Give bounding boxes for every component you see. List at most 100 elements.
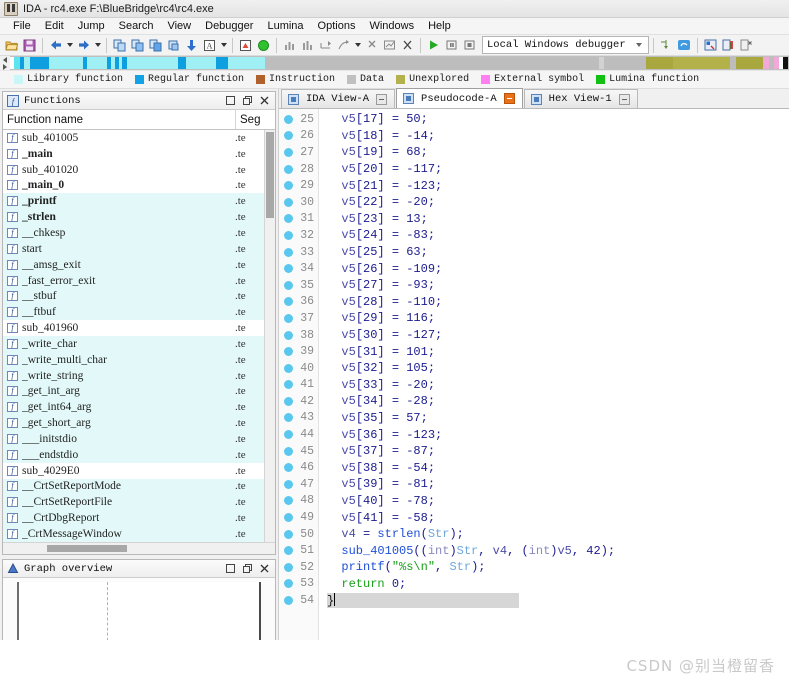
function-list-row[interactable]: f _printf .te (3, 193, 275, 210)
breakpoint-marker-icon[interactable] (284, 596, 293, 606)
functions-horizontal-scroll-thumb[interactable] (47, 545, 127, 552)
breakpoint-icon[interactable] (237, 37, 254, 54)
gutter-row[interactable]: 37 (279, 310, 318, 327)
jump-dropdown-icon[interactable] (353, 37, 362, 54)
code-line[interactable]: v5[25] = 63; (327, 244, 789, 261)
code-line[interactable]: v5[26] = -109; (327, 260, 789, 277)
function-list-row[interactable]: f __CrtSetReportMode .te (3, 478, 275, 495)
menu-item-options[interactable]: Options (311, 19, 363, 33)
gutter-row[interactable]: 41 (279, 377, 318, 394)
breakpoint-marker-icon[interactable] (284, 264, 293, 274)
navigation-band[interactable] (0, 56, 789, 71)
options-icon[interactable] (702, 37, 719, 54)
breakpoint-marker-icon[interactable] (284, 446, 293, 456)
stack-icon[interactable] (165, 37, 182, 54)
function-list-row[interactable]: f _fast_error_exit .te (3, 272, 275, 289)
functions-list[interactable]: f sub_401005 .te f _main .te f sub_401020 .te f _m… (3, 130, 275, 542)
breakpoint-marker-icon[interactable] (284, 463, 293, 473)
breakpoint-marker-icon[interactable] (284, 197, 293, 207)
code-line[interactable]: v4 = strlen(Str); (327, 526, 789, 543)
code-line[interactable]: printf("%s\n", Str); (327, 559, 789, 576)
function-list-row[interactable]: f _get_int_arg .te (3, 383, 275, 400)
gutter-row[interactable]: 49 (279, 509, 318, 526)
gutter-row[interactable]: 34 (279, 260, 318, 277)
function-list-row[interactable]: f _main .te (3, 145, 275, 162)
code-line[interactable]: v5[21] = -123; (327, 177, 789, 194)
menu-item-windows[interactable]: Windows (362, 19, 421, 33)
breakpoint-marker-icon[interactable] (284, 513, 293, 523)
function-list-row[interactable]: f _get_short_arg .te (3, 415, 275, 432)
run-icon[interactable] (425, 37, 442, 54)
function-list-row[interactable]: f _write_multi_char .te (3, 351, 275, 368)
close-icon[interactable] (259, 95, 270, 106)
function-list-row[interactable]: f __chkesp .te (3, 225, 275, 241)
maximize-icon[interactable] (225, 563, 236, 574)
function-list-row[interactable]: f _CrtMessageWindow .te (3, 526, 275, 542)
code-line[interactable]: v5[17] = 50; (327, 111, 789, 128)
code-line[interactable]: v5[34] = -28; (327, 393, 789, 410)
menu-item-lumina[interactable]: Lumina (260, 19, 310, 33)
breakpoint-marker-icon[interactable] (284, 413, 293, 423)
breakpoint-marker-icon[interactable] (284, 280, 293, 290)
column-header-seg[interactable]: Seg (235, 110, 275, 129)
breakpoint-marker-icon[interactable] (284, 579, 293, 589)
functions-vertical-scroll-thumb[interactable] (266, 132, 274, 218)
attach-icon[interactable] (720, 37, 737, 54)
code-line[interactable]: v5[24] = -83; (327, 227, 789, 244)
navband-strip[interactable] (10, 56, 789, 70)
code-line[interactable]: v5[39] = -81; (327, 476, 789, 493)
function-list-row[interactable]: f ___initstdio .te (3, 431, 275, 447)
function-list-row[interactable]: f _strlen .te (3, 209, 275, 226)
breakpoint-marker-icon[interactable] (284, 546, 293, 556)
code-line[interactable]: v5[28] = -110; (327, 294, 789, 311)
detach-icon[interactable] (738, 37, 755, 54)
breakpoint-marker-icon[interactable] (284, 529, 293, 539)
function-list-row[interactable]: f sub_401020 .te (3, 161, 275, 178)
pause-icon[interactable] (443, 37, 460, 54)
gutter-row[interactable]: 26 (279, 128, 318, 145)
breakpoint-marker-icon[interactable] (284, 330, 293, 340)
gutter-row[interactable]: 43 (279, 410, 318, 427)
gutter-row[interactable]: 44 (279, 426, 318, 443)
breakpoint-marker-icon[interactable] (284, 164, 293, 174)
code-line[interactable]: sub_401005((int)Str, v4, (int)v5, 42); (327, 542, 789, 559)
gutter-row[interactable]: 42 (279, 393, 318, 410)
gutter-row[interactable]: 31 (279, 211, 318, 228)
maximize-icon[interactable] (225, 95, 236, 106)
pseudocode-text[interactable]: v5[17] = 50; v5[18] = -14; v5[19] = 68; … (319, 109, 789, 669)
menu-item-jump[interactable]: Jump (71, 19, 112, 33)
code-line[interactable]: v5[27] = -93; (327, 277, 789, 294)
function-list-row[interactable]: f _write_string .te (3, 367, 275, 384)
flowchart-icon[interactable] (299, 37, 316, 54)
debugger-select[interactable]: Local Windows debugger (482, 36, 649, 54)
gutter-row[interactable]: 40 (279, 360, 318, 377)
function-list-row[interactable]: f __amsg_exit .te (3, 256, 275, 273)
code-line[interactable]: v5[40] = -78; (327, 493, 789, 510)
view-mode-dropdown-icon[interactable] (219, 37, 228, 54)
gutter-row[interactable]: 33 (279, 244, 318, 261)
breakpoint-marker-icon[interactable] (284, 479, 293, 489)
functions-vertical-scrollbar[interactable] (264, 130, 275, 542)
breakpoint-marker-icon[interactable] (284, 230, 293, 240)
code-line[interactable]: v5[18] = -14; (327, 128, 789, 145)
menu-item-edit[interactable]: Edit (38, 19, 71, 33)
gutter-row[interactable]: 27 (279, 144, 318, 161)
navband-arrows-icon[interactable] (0, 56, 10, 70)
breakpoint-marker-icon[interactable] (284, 181, 293, 191)
breakpoint-marker-icon[interactable] (284, 562, 293, 572)
code-line[interactable]: v5[31] = 101; (327, 343, 789, 360)
gutter-row[interactable]: 46 (279, 459, 318, 476)
tab-pseudocode-a[interactable]: Pseudocode-A (396, 88, 523, 108)
code-line[interactable]: v5[41] = -58; (327, 509, 789, 526)
gutter-row[interactable]: 45 (279, 443, 318, 460)
breakpoint-marker-icon[interactable] (284, 131, 293, 141)
restore-icon[interactable] (242, 563, 253, 574)
gutter-row[interactable]: 50 (279, 526, 318, 543)
function-list-row[interactable]: f sub_401960 .te (3, 320, 275, 336)
gutter-row[interactable]: 32 (279, 227, 318, 244)
gutter-row[interactable]: 28 (279, 161, 318, 178)
tab-close-icon[interactable] (503, 93, 515, 104)
code-line[interactable]: v5[33] = -20; (327, 377, 789, 394)
forward-history-dropdown-icon[interactable] (93, 37, 102, 54)
gutter-row[interactable]: 53 (279, 576, 318, 593)
